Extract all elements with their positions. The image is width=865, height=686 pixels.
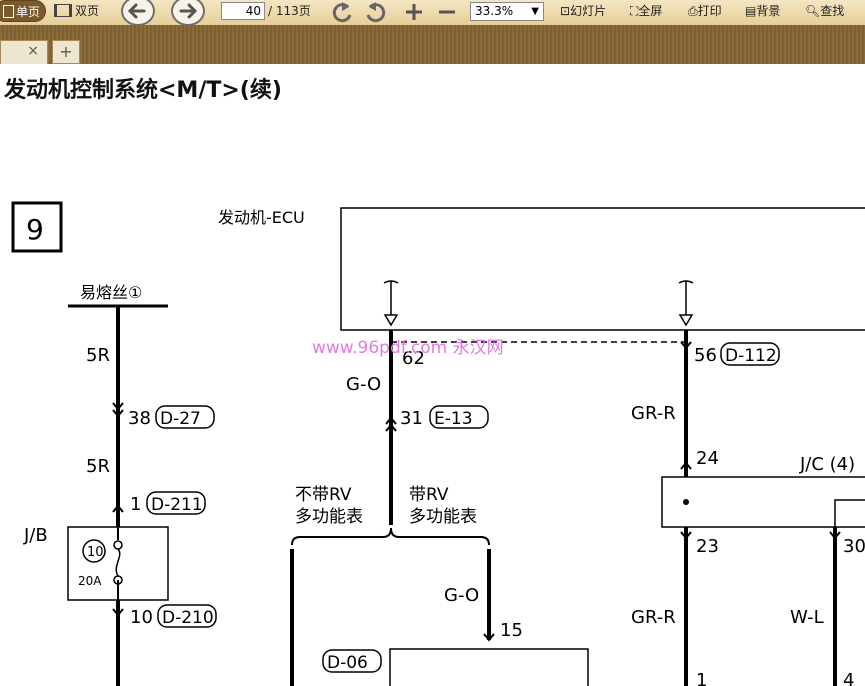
pin-number: 1 xyxy=(130,494,141,515)
no-rv-label: 不带RV xyxy=(295,485,352,505)
watermark: www.96pdf.com 永汉网 xyxy=(312,338,504,358)
wiring-diagram: 9 发动机-ECU 易熔丝① 5R 5R J/B 10 20A 38 1 10 … xyxy=(11,201,865,686)
pin-number: 31 xyxy=(400,408,423,429)
connector-code: D-06 xyxy=(327,653,368,673)
jb-label: J/B xyxy=(23,525,48,546)
pin-number: 1 xyxy=(696,670,707,686)
connector-code: D-27 xyxy=(160,409,201,429)
wire-label: GR-R xyxy=(631,607,676,628)
pin-number: 15 xyxy=(500,620,523,641)
section-number: 9 xyxy=(26,213,44,246)
no-rv-label: 多功能表 xyxy=(295,507,363,527)
jc-label: J/C (4) xyxy=(799,454,855,475)
wire-label: 5R xyxy=(86,456,110,477)
wire-label: G-O xyxy=(444,585,479,606)
fuse-label: 易熔丝① xyxy=(80,283,142,302)
pin-number: 23 xyxy=(696,536,719,557)
wire-label: G-O xyxy=(346,374,381,395)
pin-number: 30 xyxy=(843,536,865,557)
fuse-number: 10 xyxy=(87,545,104,560)
connector-code: D-210 xyxy=(162,608,214,628)
rv-label: 多功能表 xyxy=(409,507,477,527)
connector-code: E-13 xyxy=(434,409,473,429)
rv-label: 带RV xyxy=(409,485,449,505)
connector-code: D-211 xyxy=(151,495,203,515)
ecu-label: 发动机-ECU xyxy=(218,208,305,227)
wire-label: 5R xyxy=(86,345,110,366)
ecu-box xyxy=(340,207,865,331)
pin-number: 24 xyxy=(696,448,719,469)
wire-label: W-L xyxy=(790,607,824,628)
connector-code: D-112 xyxy=(725,346,777,366)
pin-number: 4 xyxy=(843,670,854,686)
pin-number: 56 xyxy=(694,345,717,366)
fuse-rating: 20A xyxy=(78,574,102,588)
pin-number: 38 xyxy=(128,408,151,429)
wire-label: GR-R xyxy=(631,403,676,424)
pin-number: 10 xyxy=(130,607,153,628)
